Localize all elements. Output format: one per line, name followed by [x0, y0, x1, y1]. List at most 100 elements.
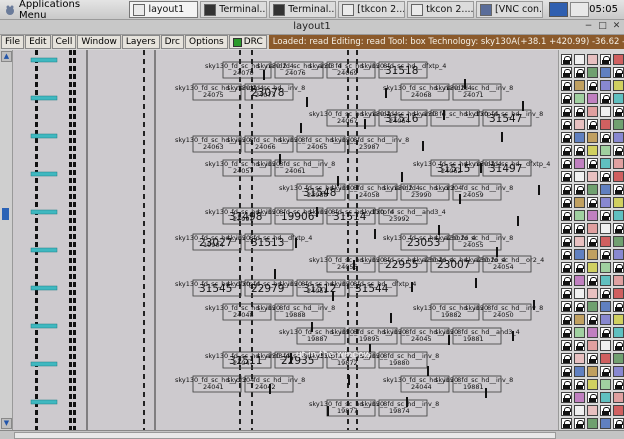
layer-lock-icon[interactable] — [574, 340, 585, 351]
layer-swatch[interactable] — [600, 184, 611, 195]
drc-toggle[interactable]: DRC — [228, 35, 267, 49]
layer-swatch[interactable] — [587, 67, 598, 78]
layer-swatch[interactable] — [587, 54, 598, 65]
layer-lock-icon[interactable] — [613, 379, 624, 390]
layer-lock-icon[interactable] — [600, 210, 611, 221]
layer-lock-icon[interactable] — [561, 197, 572, 208]
layer-swatch[interactable] — [613, 210, 624, 221]
close-button[interactable]: ✕ — [611, 21, 622, 32]
layer-swatch[interactable] — [574, 158, 585, 169]
layer-lock-icon[interactable] — [561, 184, 572, 195]
maximize-button[interactable]: □ — [597, 21, 608, 32]
layer-lock-icon[interactable] — [587, 275, 598, 286]
layer-lock-icon[interactable] — [613, 418, 624, 429]
layer-swatch[interactable] — [600, 314, 611, 325]
layer-lock-icon[interactable] — [561, 288, 572, 299]
layer-lock-icon[interactable] — [561, 236, 572, 247]
task-layout1[interactable]: layout1 — [129, 1, 199, 18]
layer-lock-icon[interactable] — [561, 340, 572, 351]
layer-lock-icon[interactable] — [613, 184, 624, 195]
layer-lock-icon[interactable] — [587, 197, 598, 208]
layer-lock-icon[interactable] — [587, 80, 598, 91]
task-terminal-1[interactable]: Terminal... — [200, 1, 268, 18]
layer-swatch[interactable] — [600, 418, 611, 429]
layer-swatch[interactable] — [613, 249, 624, 260]
layer-swatch[interactable] — [600, 301, 611, 312]
layer-lock-icon[interactable] — [613, 223, 624, 234]
layer-swatch[interactable] — [613, 119, 624, 130]
layer-lock-icon[interactable] — [561, 210, 572, 221]
layer-swatch[interactable] — [587, 301, 598, 312]
layer-swatch[interactable] — [574, 132, 585, 143]
task-tkcon-2[interactable]: tkcon 2.... — [407, 1, 475, 18]
menu-file[interactable]: File — [1, 35, 25, 49]
vertical-scrollbar[interactable]: ▲ ▼ — [0, 50, 13, 430]
layer-lock-icon[interactable] — [561, 158, 572, 169]
layer-swatch[interactable] — [613, 171, 624, 182]
layer-lock-icon[interactable] — [561, 54, 572, 65]
scroll-down-icon[interactable]: ▼ — [1, 418, 12, 429]
layer-lock-icon[interactable] — [574, 145, 585, 156]
task-terminal-2[interactable]: Terminal... — [269, 1, 337, 18]
layer-swatch[interactable] — [587, 93, 598, 104]
layer-swatch[interactable] — [587, 210, 598, 221]
layer-swatch[interactable] — [600, 145, 611, 156]
task-tkcon-1[interactable]: [tkcon 2.... — [338, 1, 406, 18]
layer-lock-icon[interactable] — [574, 418, 585, 429]
layer-lock-icon[interactable] — [561, 301, 572, 312]
layer-swatch[interactable] — [587, 262, 598, 273]
layer-lock-icon[interactable] — [600, 93, 611, 104]
layer-palette[interactable] — [558, 50, 624, 430]
layer-swatch[interactable] — [613, 288, 624, 299]
layer-swatch[interactable] — [574, 275, 585, 286]
layer-swatch[interactable] — [600, 67, 611, 78]
layer-lock-icon[interactable] — [574, 67, 585, 78]
layer-lock-icon[interactable] — [600, 54, 611, 65]
layer-swatch[interactable] — [600, 223, 611, 234]
layer-lock-icon[interactable] — [561, 132, 572, 143]
layer-swatch[interactable] — [574, 405, 585, 416]
layer-swatch[interactable] — [587, 366, 598, 377]
layer-lock-icon[interactable] — [613, 67, 624, 78]
layer-swatch[interactable] — [613, 327, 624, 338]
layer-swatch[interactable] — [574, 210, 585, 221]
layer-lock-icon[interactable] — [561, 106, 572, 117]
applications-menu-button[interactable]: Applications Menu — [0, 0, 109, 21]
layer-swatch[interactable] — [613, 236, 624, 247]
layer-swatch[interactable] — [613, 405, 624, 416]
layer-swatch[interactable] — [574, 366, 585, 377]
layer-lock-icon[interactable] — [587, 314, 598, 325]
layer-lock-icon[interactable] — [574, 184, 585, 195]
layer-swatch[interactable] — [587, 184, 598, 195]
layer-lock-icon[interactable] — [613, 145, 624, 156]
layer-lock-icon[interactable] — [587, 158, 598, 169]
layer-lock-icon[interactable] — [600, 366, 611, 377]
layer-swatch[interactable] — [574, 54, 585, 65]
layer-swatch[interactable] — [587, 106, 598, 117]
layer-lock-icon[interactable] — [561, 392, 572, 403]
layer-swatch[interactable] — [613, 80, 624, 91]
layer-lock-icon[interactable] — [613, 262, 624, 273]
layer-swatch[interactable] — [574, 80, 585, 91]
layer-lock-icon[interactable] — [600, 249, 611, 260]
layer-lock-icon[interactable] — [561, 145, 572, 156]
layer-swatch[interactable] — [613, 93, 624, 104]
layer-lock-icon[interactable] — [561, 80, 572, 91]
layer-swatch[interactable] — [600, 80, 611, 91]
layer-lock-icon[interactable] — [561, 327, 572, 338]
layer-lock-icon[interactable] — [561, 418, 572, 429]
layer-swatch[interactable] — [600, 236, 611, 247]
layer-lock-icon[interactable] — [561, 405, 572, 416]
layer-swatch[interactable] — [587, 223, 598, 234]
layer-swatch[interactable] — [574, 288, 585, 299]
layer-lock-icon[interactable] — [561, 93, 572, 104]
layer-swatch[interactable] — [613, 275, 624, 286]
layer-swatch[interactable] — [587, 132, 598, 143]
menu-drc[interactable]: Drc — [160, 35, 185, 49]
layer-swatch[interactable] — [600, 158, 611, 169]
layer-lock-icon[interactable] — [587, 236, 598, 247]
layer-lock-icon[interactable] — [561, 249, 572, 260]
layer-swatch[interactable] — [613, 132, 624, 143]
layer-swatch[interactable] — [587, 145, 598, 156]
layer-swatch[interactable] — [600, 119, 611, 130]
